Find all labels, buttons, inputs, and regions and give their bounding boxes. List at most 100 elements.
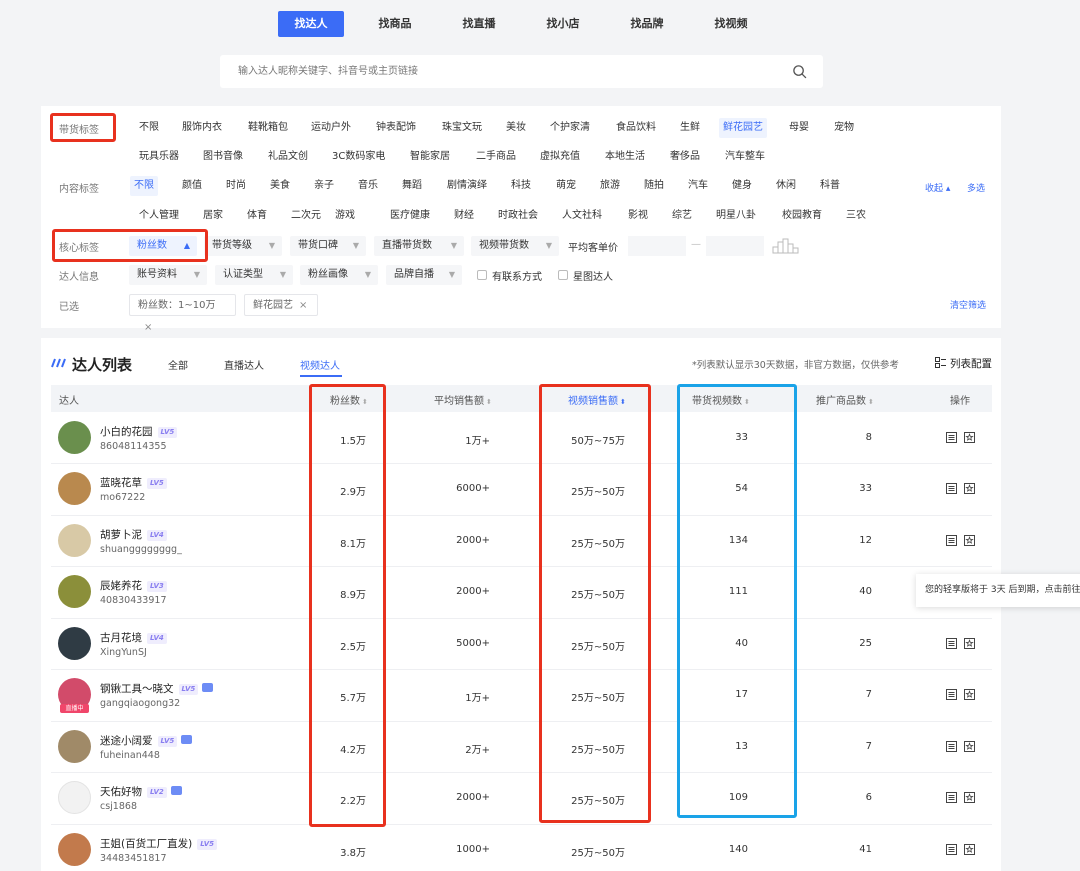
tab-find-shop[interactable]: 找小店 [530,11,596,37]
detail-icon[interactable] [946,741,957,752]
multi-select-link[interactable]: 多选 [967,181,985,194]
filter-dropdown[interactable]: 直播带货数 ▼ [374,236,464,256]
min-price-input[interactable] [628,236,686,256]
detail-icon[interactable] [946,432,957,443]
selected-chip-flowers[interactable]: 鲜花园艺 × [244,294,318,316]
filter-option[interactable]: 三农 [842,206,870,226]
filter-option[interactable]: 人文社科 [558,206,606,226]
expiry-tooltip[interactable]: 您的轻享版将于 3天 后到期，点击前往 [916,574,1080,607]
favorite-star-icon[interactable] [964,432,975,443]
filter-option[interactable]: 游戏 [331,206,359,226]
filter-option[interactable]: 影视 [624,206,652,226]
filter-option[interactable]: 美食 [266,176,294,196]
filter-option[interactable]: 运动户外 [307,118,355,138]
contact-checkbox[interactable] [477,270,487,280]
filter-option[interactable]: 时尚 [222,176,250,196]
filter-option[interactable]: 图书音像 [199,147,247,167]
influencer-name[interactable]: 钢锹工具～晓文 LV5 [100,681,214,696]
tab-find-live[interactable]: 找直播 [446,11,512,37]
collapse-link[interactable]: 收起 ▴ [925,181,950,194]
avatar[interactable] [58,421,91,454]
list-tab-all[interactable]: 全部 [168,357,188,372]
detail-icon[interactable] [946,638,957,649]
price-distribution-icon[interactable] [772,238,800,254]
filter-dropdown[interactable]: 认证类型 ▼ [215,265,293,285]
max-price-input[interactable] [706,236,764,256]
filter-option[interactable]: 鲜花园艺 [719,118,767,138]
favorite-star-icon[interactable] [964,638,975,649]
avatar[interactable] [58,472,91,505]
avatar[interactable] [58,781,91,814]
filter-option[interactable]: 礼品文创 [264,147,312,167]
filter-option[interactable]: 健身 [728,176,756,196]
filter-option[interactable]: 医疗健康 [386,206,434,226]
filter-option[interactable]: 亲子 [310,176,338,196]
filter-dropdown[interactable]: 账号资料 ▼ [129,265,207,285]
filter-option[interactable]: 时政社会 [494,206,542,226]
filter-option[interactable]: 个护家清 [546,118,594,138]
filter-dropdown[interactable]: 带货等级 ▼ [204,236,282,256]
detail-icon[interactable] [946,792,957,803]
filter-option[interactable]: 音乐 [354,176,382,196]
favorite-star-icon[interactable] [964,535,975,546]
filter-dropdown[interactable]: 带货口碑 ▼ [290,236,366,256]
influencer-name[interactable]: 天佑好物 LV2 [100,784,182,799]
influencer-name[interactable]: 王姐(百货工厂直发) LV5 [100,836,217,851]
table-row[interactable] [51,412,992,463]
filter-option[interactable]: 汽车 [684,176,712,196]
xingtu-checkbox[interactable] [558,270,568,280]
filter-option[interactable]: 休闲 [772,176,800,196]
filter-option[interactable]: 居家 [199,206,227,226]
filter-option[interactable]: 虚拟充值 [536,147,584,167]
favorite-star-icon[interactable] [964,844,975,855]
tab-find-brand[interactable]: 找品牌 [614,11,680,37]
filter-option[interactable]: 珠宝文玩 [438,118,486,138]
filter-option[interactable]: 科技 [507,176,535,196]
filter-option[interactable]: 食品饮料 [612,118,660,138]
influencer-name[interactable]: 古月花境 LV4 [100,630,167,645]
close-icon[interactable]: × [144,322,152,333]
detail-icon[interactable] [946,535,957,546]
list-tab-video[interactable]: 视频达人 [300,357,340,372]
filter-option[interactable]: 生鲜 [676,118,704,138]
filter-option[interactable]: 综艺 [668,206,696,226]
favorite-star-icon[interactable] [964,792,975,803]
column-config-button[interactable]: 列表配置 [950,356,992,371]
detail-icon[interactable] [946,844,957,855]
search-icon[interactable] [792,64,807,79]
filter-option[interactable]: 财经 [450,206,478,226]
search-input[interactable] [220,55,780,88]
filter-dropdown[interactable]: 粉丝画像 ▼ [300,265,378,285]
filter-option[interactable]: 颜值 [178,176,206,196]
col-goods-count[interactable]: 推广商品数 ⬍ [816,392,874,407]
sort-icon[interactable]: ⬍ [868,398,874,406]
filter-option[interactable]: 鞋靴箱包 [244,118,292,138]
table-row[interactable] [51,566,992,617]
filter-option[interactable]: 科普 [816,176,844,196]
filter-option[interactable]: 服饰内衣 [178,118,226,138]
filter-option[interactable]: 校园教育 [778,206,826,226]
filter-option[interactable]: 舞蹈 [398,176,426,196]
avatar[interactable] [58,833,91,866]
detail-icon[interactable] [946,483,957,494]
col-avg-sales[interactable]: 平均销售额 ⬍ [434,392,492,407]
influencer-name[interactable]: 蓝晓花草 LV5 [100,475,167,490]
avatar[interactable] [58,730,91,763]
filter-option[interactable]: 体育 [243,206,271,226]
avatar[interactable] [58,627,91,660]
column-config-icon[interactable] [935,357,946,368]
filter-option[interactable]: 智能家居 [406,147,454,167]
filter-option[interactable]: 奢侈品 [666,147,704,167]
avatar[interactable] [58,575,91,608]
filter-option[interactable]: 宠物 [830,118,858,138]
table-row[interactable] [51,772,992,823]
filter-option[interactable]: 不限 [135,118,163,138]
close-icon[interactable]: × [299,300,307,311]
list-tab-live[interactable]: 直播达人 [224,357,264,372]
table-row[interactable] [51,515,992,566]
detail-icon[interactable] [946,689,957,700]
clear-filters-link[interactable]: 清空筛选 [950,298,986,311]
filter-dropdown[interactable]: 视频带货数 ▼ [471,236,559,256]
filter-option[interactable]: 明星八卦 [712,206,760,226]
influencer-name[interactable]: 小白的花园 LV5 [100,424,178,439]
